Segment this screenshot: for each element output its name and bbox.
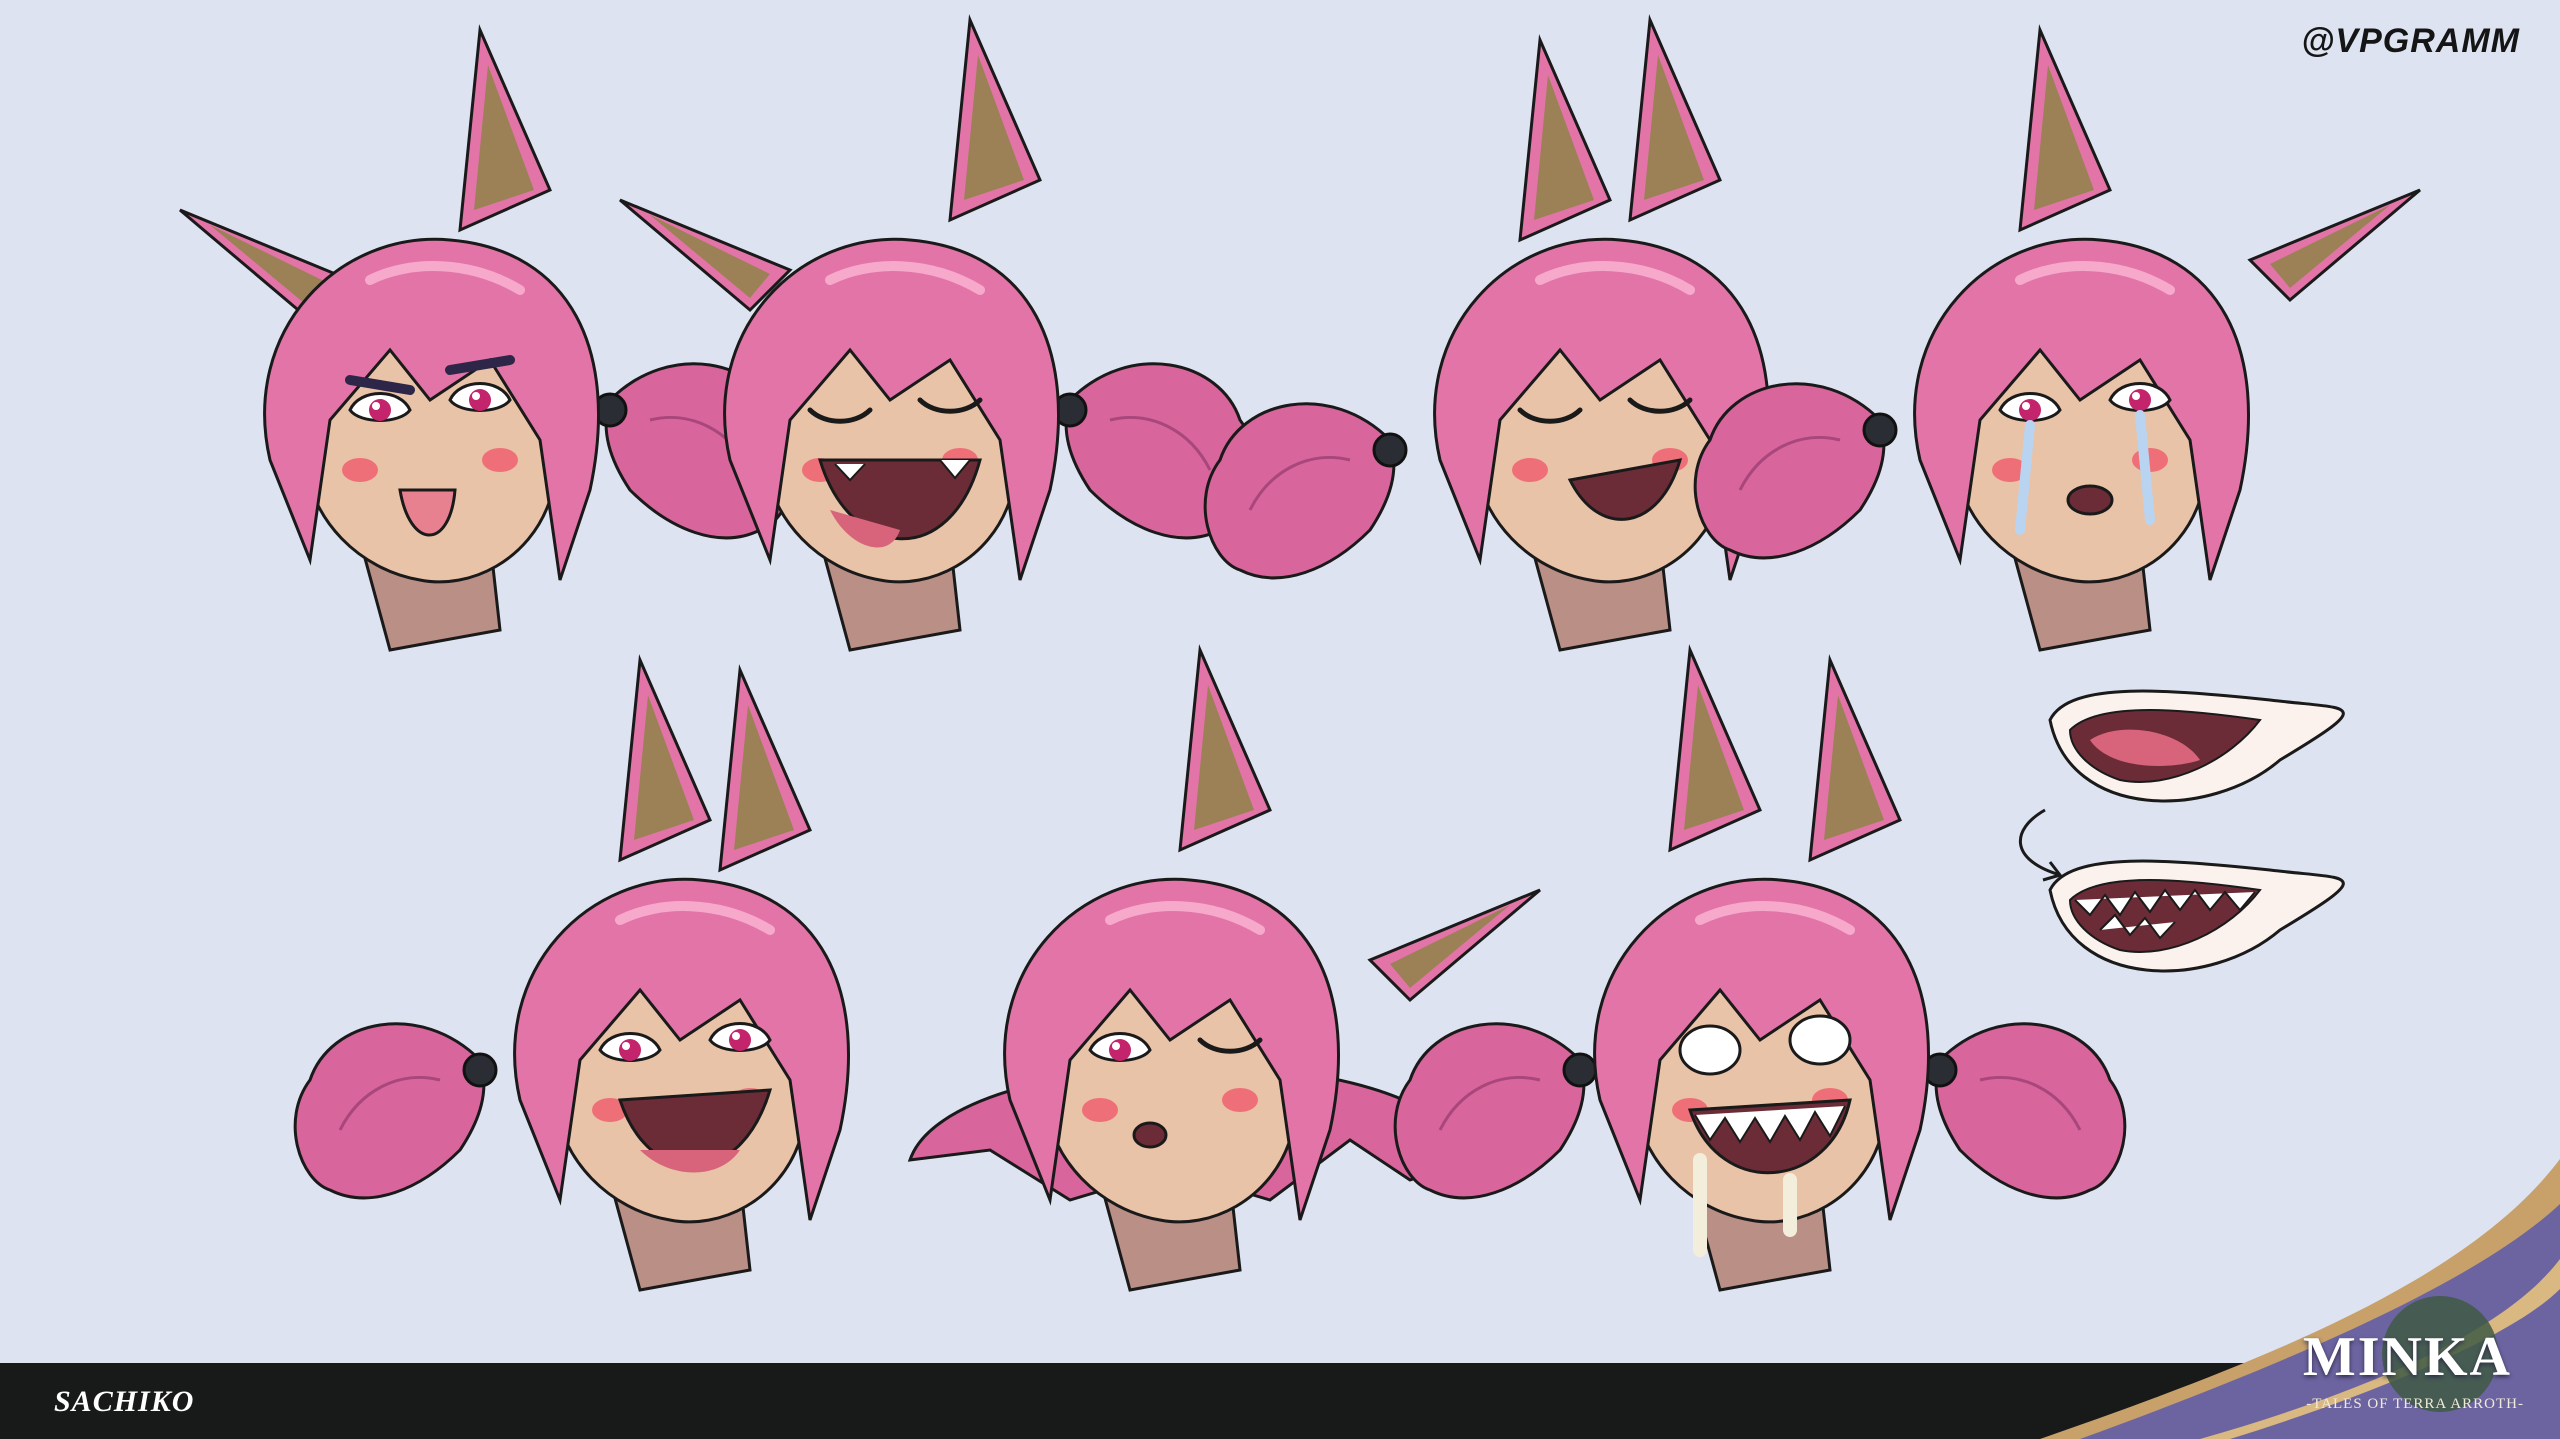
character-name: SACHIKO <box>54 1385 195 1418</box>
logo-subtitle: -TALES OF TERRA ARROTH- <box>2306 1396 2524 1412</box>
corner-banner <box>2040 1159 2560 1439</box>
expression-tongue-out <box>178 28 797 650</box>
expression-excited <box>293 658 848 1290</box>
artist-credit: @VPGRAMM <box>2301 22 2520 60</box>
arrow-icon <box>2019 808 2063 882</box>
expression-smug-smile <box>1203 18 1768 650</box>
mouth-study-open <box>2048 689 2345 803</box>
expression-laugh-tears <box>618 18 1257 650</box>
logo-title: MINKA <box>2302 1326 2512 1388</box>
mouth-study-teeth <box>2048 859 2345 973</box>
expression-crying <box>1693 28 2422 650</box>
